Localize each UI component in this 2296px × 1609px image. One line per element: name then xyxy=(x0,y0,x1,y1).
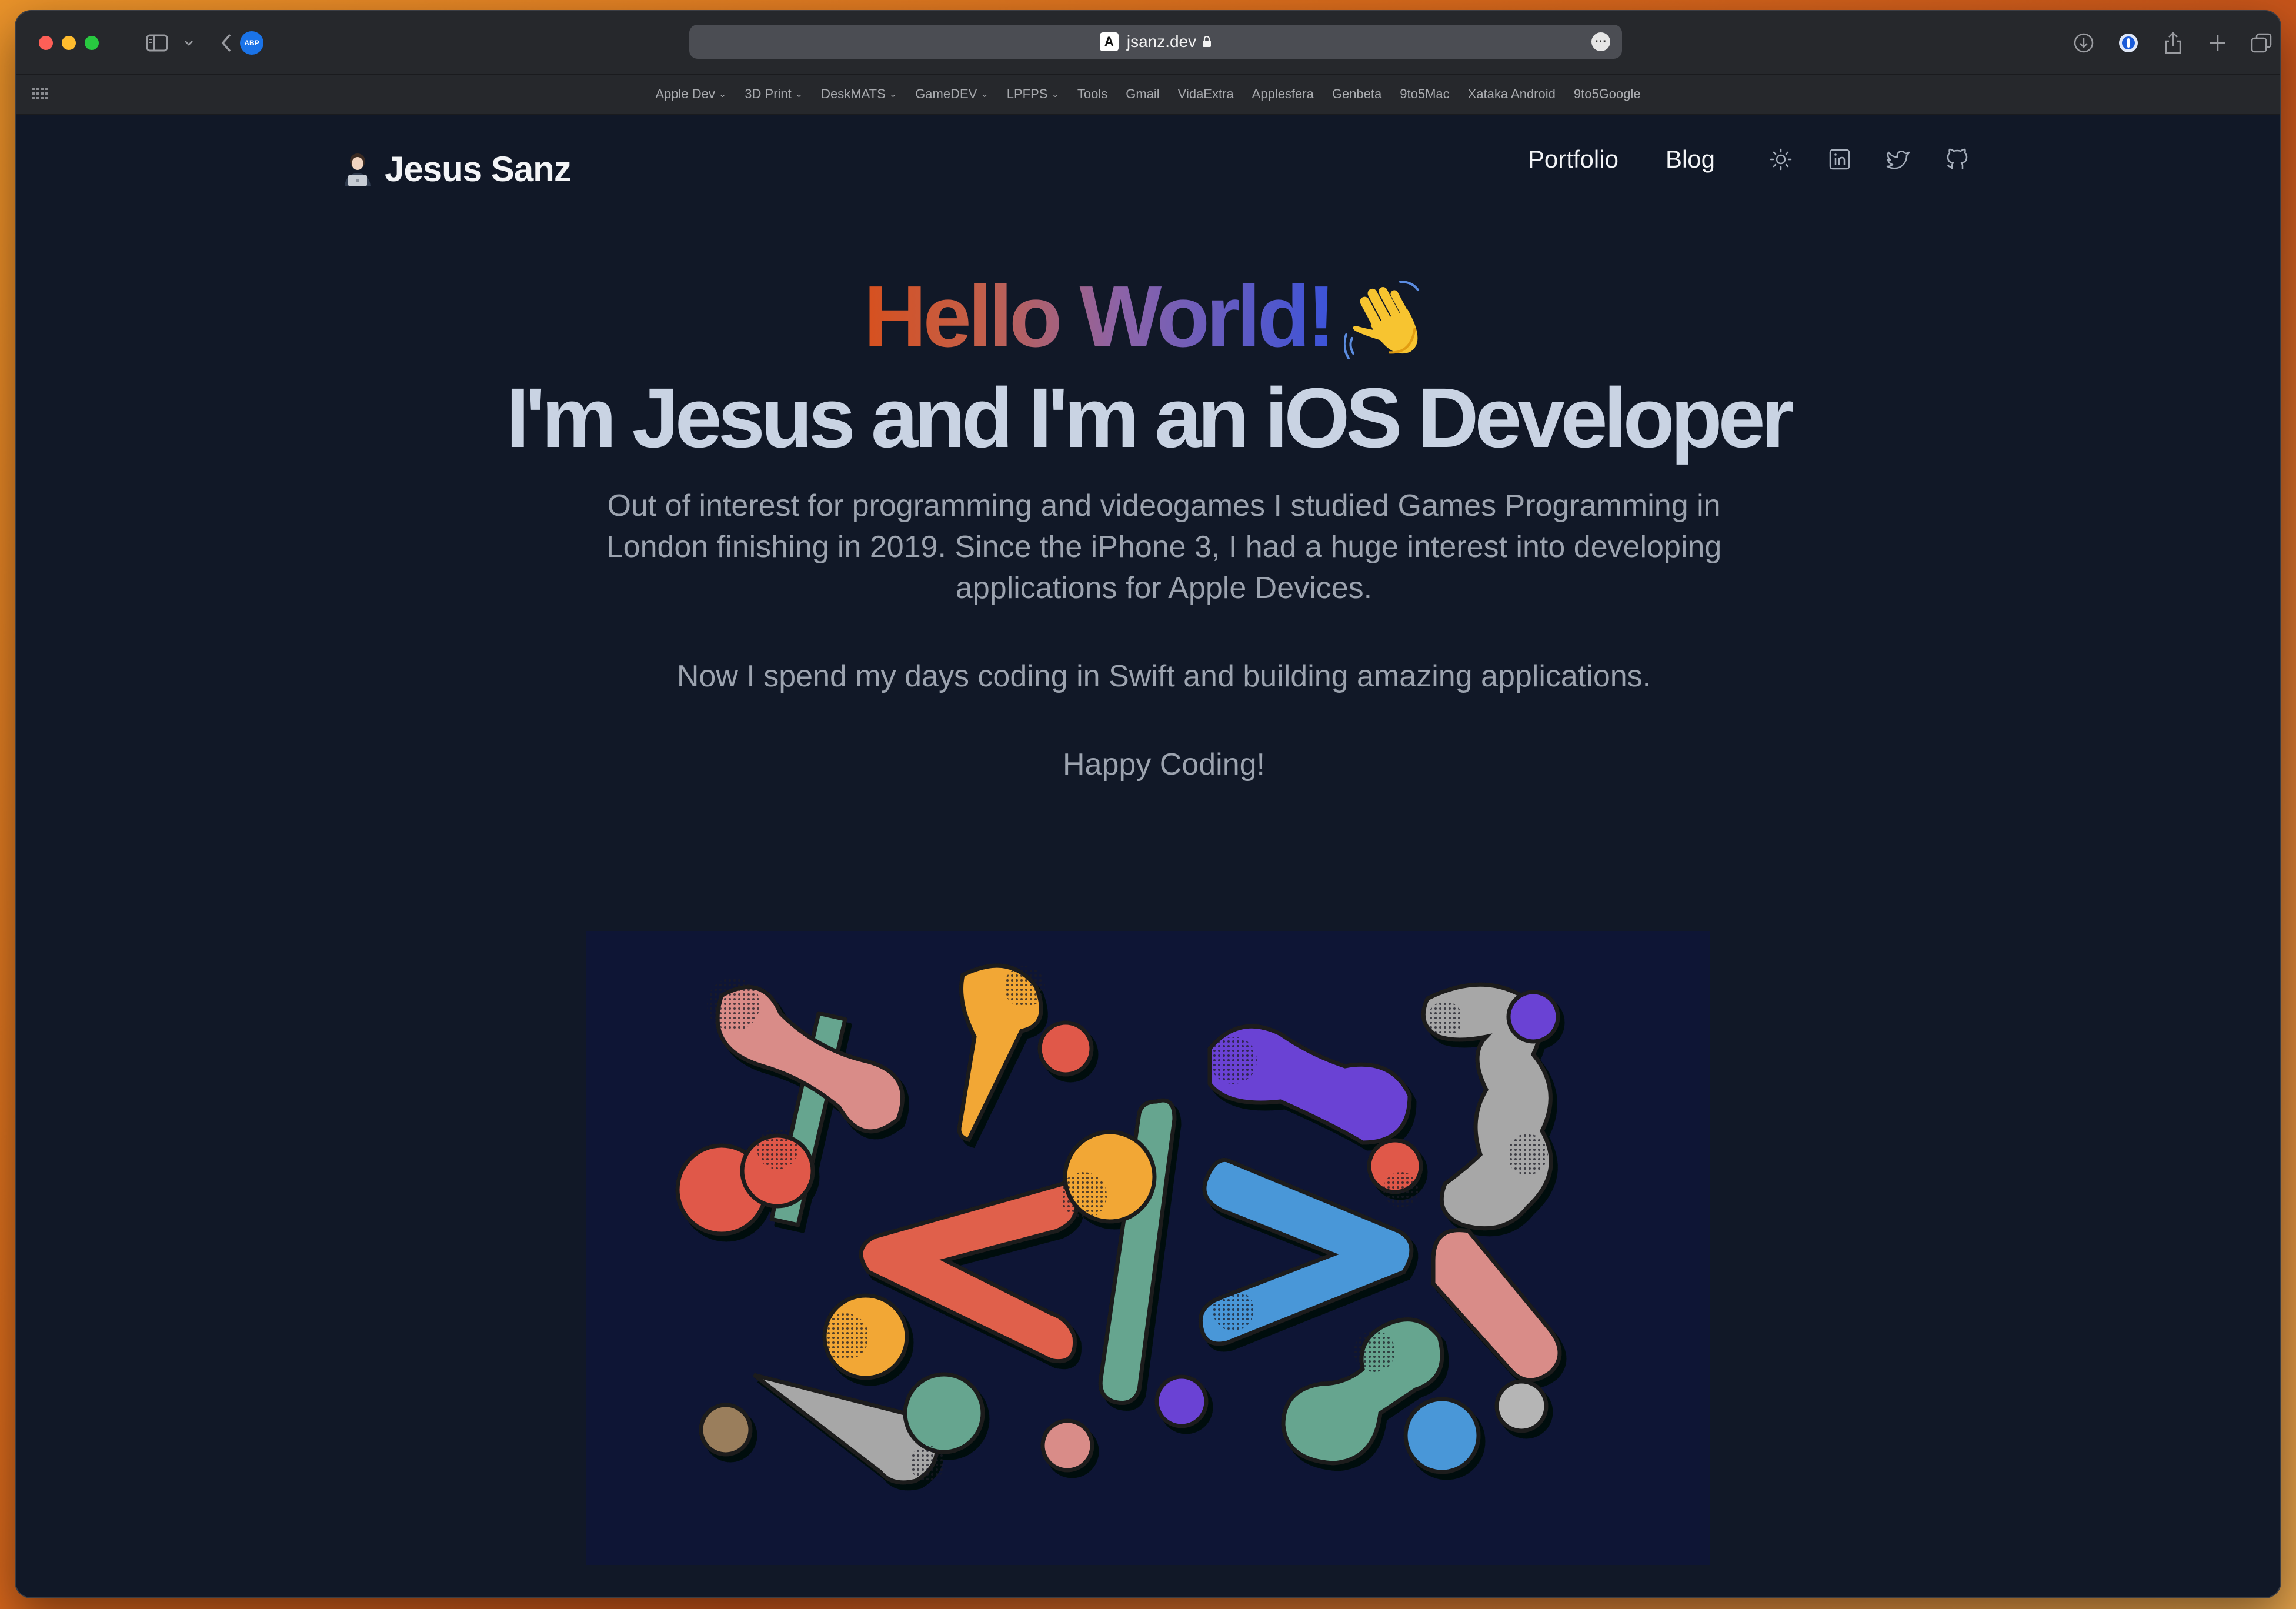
technologist-emoji-icon xyxy=(345,153,371,186)
back-icon[interactable] xyxy=(215,28,238,58)
brand-name: Jesus Sanz xyxy=(385,149,572,189)
hero-headline: I'm Jesus and I'm an iOS Developer xyxy=(506,370,1794,465)
url-text: jsanz.dev xyxy=(1126,32,1197,51)
chevron-down-icon: ⌄ xyxy=(795,89,803,99)
address-bar[interactable]: A jsanz.dev ··· xyxy=(689,25,1622,59)
sidebar-toggle-icon[interactable] xyxy=(144,28,170,58)
favorite-link[interactable]: VidaExtra xyxy=(1178,86,1234,102)
favorite-link[interactable]: Xataka Android xyxy=(1468,86,1556,102)
bio-paragraph: Now I spend my days coding in Swift and … xyxy=(676,659,1651,693)
adblock-extension-icon[interactable]: ABP xyxy=(240,31,263,55)
sun-icon[interactable] xyxy=(1767,145,1795,173)
greeting-text: Hello World! xyxy=(863,268,1336,365)
browser-toolbar: ABP A jsanz.dev ··· xyxy=(16,11,2280,75)
favorites-list: Apple Dev ⌄ 3D Print ⌄ DeskMATS ⌄ GameDEV ⌄ LPFP… xyxy=(16,75,2280,114)
minimize-window-button[interactable] xyxy=(62,36,76,50)
bio-signoff: Happy Coding! xyxy=(1063,747,1265,782)
favorite-folder[interactable]: DeskMATS ⌄ xyxy=(821,86,897,102)
favorite-link[interactable]: Applesfera xyxy=(1252,86,1314,102)
site-favicon: A xyxy=(1099,32,1119,51)
favorite-label: 9to5Mac xyxy=(1400,86,1450,101)
web-page: Jesus Sanz Portfolio Blog Hello World! I… xyxy=(16,115,2280,1597)
lock-icon xyxy=(1203,36,1212,47)
new-tab-icon[interactable] xyxy=(2205,28,2231,58)
twitter-icon[interactable] xyxy=(1884,145,1913,173)
nav-portfolio-link[interactable]: Portfolio xyxy=(1528,145,1618,173)
favorite-label: DeskMATS xyxy=(821,86,886,101)
hero-greeting: Hello World! xyxy=(16,273,2280,368)
linkedin-icon[interactable] xyxy=(1826,145,1854,173)
browser-window: ABP A jsanz.dev ··· Apple Dev ⌄ 3D Print… xyxy=(16,11,2280,1597)
favorite-label: LPFPS xyxy=(1006,86,1048,101)
site-brand[interactable]: Jesus Sanz xyxy=(342,149,572,189)
chevron-down-icon: ⌄ xyxy=(980,89,989,99)
favorite-link[interactable]: 9to5Google xyxy=(1574,86,1641,102)
favorite-label: Tools xyxy=(1077,86,1108,101)
chevron-down-icon: ⌄ xyxy=(718,89,727,99)
favorite-link[interactable]: 9to5Mac xyxy=(1400,86,1449,102)
waving-hand-icon xyxy=(1344,280,1420,359)
share-icon[interactable] xyxy=(2160,28,2186,58)
favorite-label: GameDEV xyxy=(915,86,977,101)
favorite-folder[interactable]: 3D Print ⌄ xyxy=(745,86,803,102)
tab-overview-icon[interactable] xyxy=(2248,28,2274,58)
favorite-folder[interactable]: LPFPS ⌄ xyxy=(1007,86,1059,102)
hero-illustration xyxy=(586,931,1710,1565)
chevron-down-icon[interactable] xyxy=(182,28,196,58)
password-manager-icon[interactable] xyxy=(2115,28,2141,58)
favorite-label: Apple Dev xyxy=(655,86,715,101)
close-window-button[interactable] xyxy=(39,36,53,50)
favorite-label: 3D Print xyxy=(745,86,792,101)
favorite-label: Genbeta xyxy=(1331,86,1382,101)
favorite-label: Gmail xyxy=(1126,86,1160,101)
favorite-link[interactable]: Tools xyxy=(1077,86,1107,102)
favorite-folder[interactable]: GameDEV ⌄ xyxy=(915,86,989,102)
downloads-icon[interactable] xyxy=(2071,28,2097,58)
favorites-bar: Apple Dev ⌄ 3D Print ⌄ DeskMATS ⌄ GameDEV ⌄ LPFP… xyxy=(16,75,2280,115)
favorite-label: Xataka Android xyxy=(1467,86,1556,101)
code-shapes-illustration xyxy=(675,963,1562,1485)
favorite-folder[interactable]: Apple Dev ⌄ xyxy=(655,86,726,102)
zoom-window-button[interactable] xyxy=(85,36,99,50)
page-menu-icon[interactable]: ··· xyxy=(1591,32,1610,51)
github-icon[interactable] xyxy=(1943,145,1971,173)
site-nav: Portfolio Blog xyxy=(1528,145,1971,173)
hero-bio: Out of interest for programming and vide… xyxy=(592,485,1736,785)
favorite-label: VidaExtra xyxy=(1177,86,1234,101)
favorite-link[interactable]: Gmail xyxy=(1126,86,1159,102)
favorite-label: 9to5Google xyxy=(1573,86,1641,101)
favorite-label: Applesfera xyxy=(1252,86,1314,101)
chevron-down-icon: ⌄ xyxy=(889,89,897,99)
bio-paragraph: Out of interest for programming and vide… xyxy=(606,489,1722,605)
nav-blog-link[interactable]: Blog xyxy=(1666,145,1715,173)
chevron-down-icon: ⌄ xyxy=(1051,89,1059,99)
favorite-link[interactable]: Genbeta xyxy=(1332,86,1381,102)
